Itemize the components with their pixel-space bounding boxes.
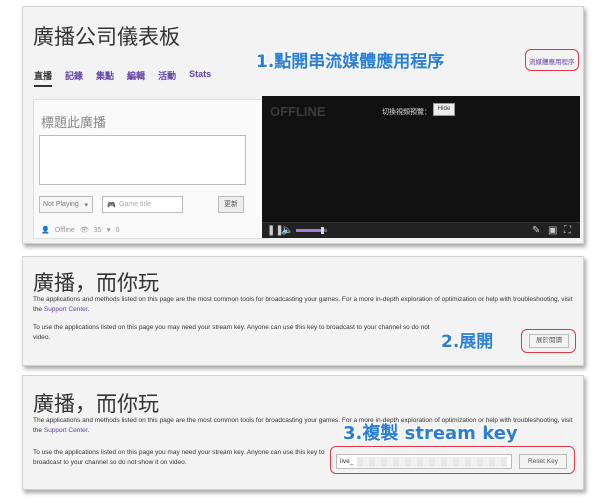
dashboard-tabs: 直播 記錄 集點 編輯 活動 Stats bbox=[34, 69, 211, 87]
video-player[interactable]: OFFLINE 切換視頻預覽： Hide ❚❚ 🔈 ✎ ▣ ⛶ bbox=[262, 96, 580, 238]
settings-icon[interactable]: ✎ bbox=[532, 225, 540, 237]
volume-fill bbox=[296, 229, 322, 232]
dashboard-panel: 廣播公司儀表板 直播 記錄 集點 編輯 活動 Stats 1.點開串流媒體應用程… bbox=[22, 6, 584, 244]
user-icon: 👤 bbox=[41, 227, 50, 234]
preview-toggle-label: 切換視頻預覽： bbox=[382, 109, 431, 116]
stream-key-note: To use the applications listed on this p… bbox=[33, 449, 325, 466]
hide-preview-button[interactable]: Hide bbox=[433, 103, 455, 116]
broadcast-title-field[interactable]: 標題此廣播 bbox=[41, 112, 106, 131]
annotation-step-3: 3.複製 stream key bbox=[343, 423, 518, 444]
annotation-step-2: 2.展開 bbox=[441, 332, 494, 352]
intro-text-end: . bbox=[87, 426, 90, 434]
viewer-count: 35 bbox=[93, 226, 102, 234]
heart-icon: ♥ bbox=[106, 226, 111, 234]
heart-count: 0 bbox=[115, 226, 120, 234]
tab-points[interactable]: 集點 bbox=[96, 69, 114, 87]
game-title-input[interactable]: 🎮 Game title bbox=[102, 196, 183, 213]
eye-icon: 👁 bbox=[79, 227, 89, 234]
streaming-app-link[interactable]: 流媒體應用程序 bbox=[529, 56, 575, 66]
intro-text: The applications and methods listed on t… bbox=[33, 296, 573, 313]
volume-slider[interactable] bbox=[296, 227, 327, 234]
broadcast-info-card: 標題此廣播 Not Playing ▾ 🎮 Game title 更新 👤 Of… bbox=[33, 99, 270, 239]
gamepad-icon: 🎮 bbox=[107, 202, 116, 209]
stream-key-prefix: live_ bbox=[340, 458, 354, 465]
intro-text-end: . bbox=[87, 305, 90, 313]
status-text: Offline bbox=[54, 226, 75, 234]
popout-icon[interactable]: ▣ bbox=[548, 225, 557, 237]
stream-key-note: To use the applications listed on this p… bbox=[33, 323, 453, 342]
player-controls: ❚❚ 🔈 ✎ ▣ ⛶ bbox=[262, 222, 580, 238]
section-title: 廣播，而你玩 bbox=[33, 271, 159, 295]
broadcast-description-textarea[interactable] bbox=[39, 135, 246, 185]
volume-knob[interactable] bbox=[321, 227, 324, 234]
playing-status-value: Not Playing bbox=[43, 201, 79, 208]
playing-status-select[interactable]: Not Playing ▾ bbox=[39, 196, 93, 213]
reset-key-button[interactable]: Reset Key bbox=[519, 454, 567, 469]
expand-button[interactable]: 展於閱讀 bbox=[529, 334, 569, 348]
tab-stats[interactable]: Stats bbox=[189, 69, 211, 87]
tab-records[interactable]: 記錄 bbox=[65, 69, 83, 87]
stream-key-field[interactable]: live_ bbox=[336, 454, 512, 469]
tab-live[interactable]: 直播 bbox=[34, 69, 53, 87]
section-intro: The applications and methods listed on t… bbox=[33, 295, 573, 314]
tab-events[interactable]: 活動 bbox=[158, 69, 176, 87]
fullscreen-icon[interactable]: ⛶ bbox=[564, 225, 571, 237]
annotation-step-1: 1.點開串流媒體應用程序 bbox=[256, 52, 445, 72]
broadcast-section-collapsed: 廣播，而你玩 The applications and methods list… bbox=[22, 256, 584, 366]
key-note-text: To use the applications listed on this p… bbox=[33, 324, 430, 331]
page-title: 廣播公司儀表板 bbox=[33, 25, 180, 49]
support-center-link[interactable]: Support Center bbox=[44, 306, 88, 313]
key-note-text-end: video. bbox=[33, 333, 51, 341]
chevron-down-icon: ▾ bbox=[84, 202, 88, 209]
update-button[interactable]: 更新 bbox=[218, 196, 244, 213]
offline-label: OFFLINE bbox=[270, 104, 326, 119]
game-title-placeholder: Game title bbox=[119, 201, 151, 208]
channel-status: 👤 Offline 👁 35 ♥ 0 bbox=[41, 226, 120, 235]
support-center-link[interactable]: Support Center bbox=[44, 427, 88, 434]
broadcast-section-expanded: 廣播，而你玩 The applications and methods list… bbox=[22, 375, 584, 490]
section-title: 廣播，而你玩 bbox=[33, 392, 159, 416]
tab-edit[interactable]: 編輯 bbox=[127, 69, 145, 87]
volume-icon[interactable]: 🔈 bbox=[281, 225, 293, 237]
stream-key-redacted bbox=[357, 457, 507, 467]
